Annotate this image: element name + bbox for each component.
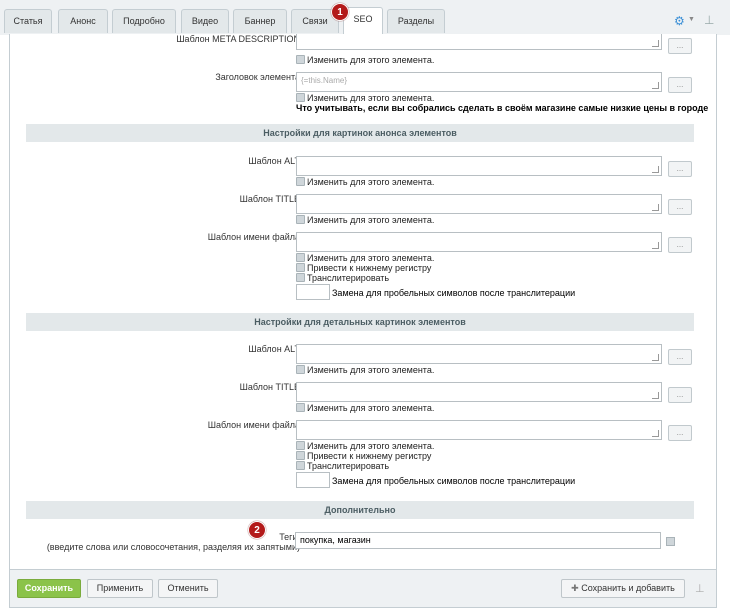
anons-filename-label: Шаблон имени файла [207, 232, 300, 242]
checkbox-label: Изменить для этого элемента. [307, 403, 435, 413]
detail-title-field[interactable] [296, 382, 662, 402]
detail-alt-change[interactable]: Изменить для этого элемента. [296, 365, 434, 375]
checkbox[interactable] [296, 177, 305, 186]
apply-button[interactable]: Применить [87, 579, 153, 598]
save-and-add-label: Сохранить и добавить [581, 583, 675, 593]
checkbox-label: Привести к нижнему регистру [307, 451, 432, 461]
tab-bar: Статья Анонс Подробно Видео Баннер Связи… [0, 0, 730, 35]
anons-filename-field[interactable] [296, 232, 662, 252]
gear-icon[interactable]: ⚙ [674, 14, 685, 28]
badge-1: 1 [331, 3, 349, 21]
checkbox[interactable] [296, 273, 305, 282]
checkbox[interactable] [296, 55, 305, 64]
element-title-field[interactable]: {=this.Name} [296, 72, 662, 92]
tags-input[interactable]: покупка, магазин [295, 532, 661, 549]
tab-detail[interactable]: Подробно [112, 9, 176, 33]
checkbox-label: Изменить для этого элемента. [307, 215, 435, 225]
detail-filename-dots-button[interactable]: ... [668, 425, 692, 441]
tags-checkbox[interactable] [666, 537, 675, 546]
checkbox[interactable] [296, 263, 305, 272]
pin-icon[interactable]: ⊥ [695, 582, 705, 595]
anons-title-dots-button[interactable]: ... [668, 199, 692, 215]
anons-space-replace-label: Замена для пробельных символов после тра… [332, 288, 576, 298]
element-title-change[interactable]: Изменить для этого элемента. [296, 93, 434, 103]
meta-description-dots-button[interactable]: ... [668, 38, 692, 54]
checkbox[interactable] [296, 451, 305, 460]
checkbox[interactable] [296, 215, 305, 224]
plus-icon: ✚ [571, 583, 582, 593]
detail-title-label: Шаблон TITLE [239, 382, 300, 392]
checkbox-label: Изменить для этого элемента. [307, 55, 435, 65]
anons-translit[interactable]: Транслитерировать [296, 273, 389, 283]
tab-announce[interactable]: Анонс [58, 9, 108, 33]
detail-lowercase[interactable]: Привести к нижнему регистру [296, 451, 431, 461]
checkbox-label: Изменить для этого элемента. [307, 253, 435, 263]
checkbox[interactable] [296, 253, 305, 262]
save-and-add-button[interactable]: ✚ Сохранить и добавить [561, 579, 685, 598]
element-title-preview: Что учитывать, если вы собрались сделать… [296, 103, 709, 113]
detail-title-dots-button[interactable]: ... [668, 387, 692, 403]
tags-hint: (введите слова или словосочетания, разде… [46, 542, 300, 552]
anons-alt-change[interactable]: Изменить для этого элемента. [296, 177, 434, 187]
section-anons-images: Настройки для картинок анонса элементов [26, 124, 694, 142]
anons-filename-change[interactable]: Изменить для этого элемента. [296, 253, 434, 263]
checkbox-label: Изменить для этого элемента. [307, 177, 435, 187]
section-detail-images: Настройки для детальных картинок элемент… [26, 313, 694, 331]
checkbox-label: Транслитерировать [307, 461, 390, 471]
meta-description-change[interactable]: Изменить для этого элемента. [296, 55, 434, 65]
element-title-dots-button[interactable]: ... [668, 77, 692, 93]
checkbox-label: Изменить для этого элемента. [307, 441, 435, 451]
tab-article[interactable]: Статья [4, 9, 52, 33]
anons-title-change[interactable]: Изменить для этого элемента. [296, 215, 434, 225]
detail-filename-label: Шаблон имени файла [207, 420, 300, 430]
pin-icon[interactable]: ⊥ [704, 13, 714, 27]
tags-value: покупка, магазин [300, 535, 371, 545]
chevron-down-icon[interactable]: ▼ [688, 16, 695, 23]
badge-2: 2 [248, 521, 266, 539]
anons-title-label: Шаблон TITLE [239, 194, 300, 204]
tab-sections[interactable]: Разделы [387, 9, 445, 33]
detail-translit[interactable]: Транслитерировать [296, 461, 389, 471]
checkbox[interactable] [296, 93, 305, 102]
checkbox[interactable] [296, 441, 305, 450]
anons-lowercase[interactable]: Привести к нижнему регистру [296, 263, 431, 273]
detail-title-change[interactable]: Изменить для этого элемента. [296, 403, 434, 413]
element-title-label: Заголовок элемента [215, 72, 300, 82]
checkbox[interactable] [296, 461, 305, 470]
checkbox-label: Привести к нижнему регистру [307, 263, 432, 273]
detail-filename-field[interactable] [296, 420, 662, 440]
checkbox[interactable] [296, 403, 305, 412]
element-title-value: {=this.Name} [301, 76, 348, 85]
save-button[interactable]: Сохранить [17, 579, 81, 598]
seo-panel: Шаблон META DESCRIPTION ... Изменить для… [9, 34, 717, 570]
anons-alt-dots-button[interactable]: ... [668, 161, 692, 177]
meta-description-label: Шаблон META DESCRIPTION [176, 34, 300, 44]
checkbox[interactable] [296, 365, 305, 374]
detail-space-replace-label: Замена для пробельных символов после тра… [332, 476, 576, 486]
anons-space-replace-input[interactable] [296, 284, 330, 300]
section-extra: Дополнительно [26, 501, 694, 519]
anons-title-field[interactable] [296, 194, 662, 214]
anons-alt-label: Шаблон ALT [248, 156, 300, 166]
tab-seo[interactable]: SEO [343, 7, 383, 35]
detail-alt-label: Шаблон ALT [248, 344, 300, 354]
cancel-button[interactable]: Отменить [158, 579, 218, 598]
tab-banner[interactable]: Баннер [233, 9, 287, 33]
anons-filename-dots-button[interactable]: ... [668, 237, 692, 253]
detail-filename-change[interactable]: Изменить для этого элемента. [296, 441, 434, 451]
detail-space-replace-input[interactable] [296, 472, 330, 488]
checkbox-label: Изменить для этого элемента. [307, 93, 435, 103]
detail-alt-dots-button[interactable]: ... [668, 349, 692, 365]
detail-alt-field[interactable] [296, 344, 662, 364]
checkbox-label: Изменить для этого элемента. [307, 365, 435, 375]
anons-alt-field[interactable] [296, 156, 662, 176]
meta-description-field[interactable] [296, 34, 662, 50]
tab-video[interactable]: Видео [181, 9, 229, 33]
checkbox-label: Транслитерировать [307, 273, 390, 283]
